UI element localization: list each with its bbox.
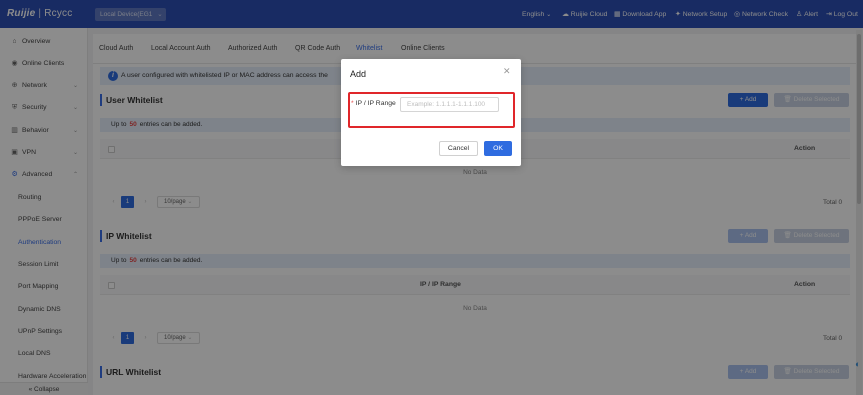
- close-icon[interactable]: ✕: [503, 66, 511, 76]
- add-dialog: Add ✕ *IP / IP Range Cancel OK: [341, 59, 521, 166]
- required-marker: *: [351, 100, 354, 107]
- cancel-button[interactable]: Cancel: [439, 141, 478, 156]
- ip-range-input[interactable]: [400, 97, 499, 112]
- ip-range-label-text: IP / IP Range: [355, 100, 396, 107]
- ip-range-label: * IP / IP Range: [351, 100, 396, 107]
- ok-button[interactable]: OK: [484, 141, 512, 156]
- dialog-title: Add: [350, 69, 367, 79]
